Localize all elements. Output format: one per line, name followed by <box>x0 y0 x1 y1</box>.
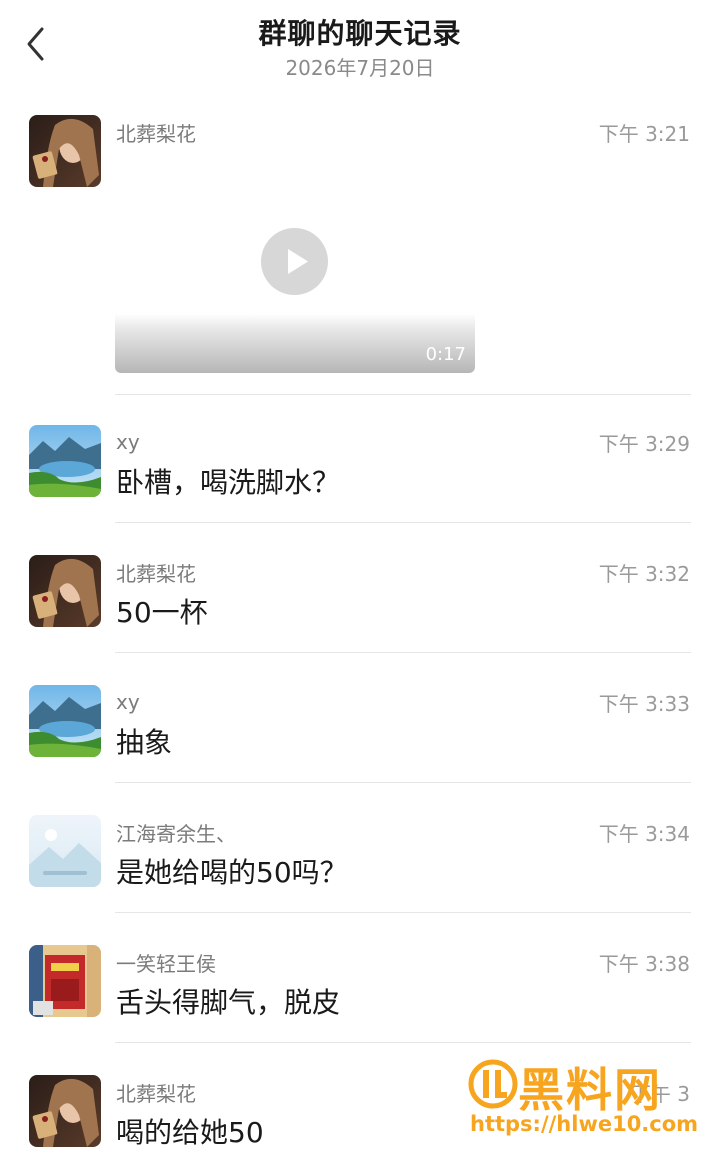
divider <box>115 782 691 783</box>
sender-name: 北葬梨花 <box>116 562 196 586</box>
play-icon <box>288 249 308 274</box>
divider <box>115 652 691 653</box>
message-text: 喝的给她50 <box>116 1116 264 1149</box>
video-thumbnail[interactable]: 0:17 <box>115 188 475 373</box>
message-text: 是她给喝的50吗？ <box>116 856 348 889</box>
avatar[interactable] <box>29 945 101 1017</box>
sender-name: 江海寄余生、 <box>116 822 236 846</box>
message-time: 下午 3:38 <box>598 952 690 976</box>
divider <box>115 522 691 523</box>
divider <box>115 394 691 395</box>
watermark-url: https://hlwe10.com <box>470 1112 699 1136</box>
avatar[interactable] <box>29 555 101 627</box>
message-text: 50一杯 <box>116 596 208 629</box>
avatar[interactable] <box>29 1075 101 1147</box>
sender-name: xy <box>116 690 140 714</box>
message-time: 下午 3:34 <box>598 822 690 846</box>
watermark-logo-icon <box>468 1059 518 1109</box>
message-time: 下午 3:29 <box>598 432 690 456</box>
sender-name: 北葬梨花 <box>116 122 196 146</box>
message-time: 下午 3:21 <box>598 122 690 146</box>
divider <box>115 1042 691 1043</box>
header: 群聊的聊天记录 2026年7月20日 <box>0 0 720 96</box>
watermark-brand: 黑料网 <box>518 1063 662 1117</box>
message-text: 卧槽，喝洗脚水？ <box>116 466 341 499</box>
page-title: 群聊的聊天记录 <box>258 17 462 50</box>
avatar[interactable] <box>29 115 101 187</box>
sender-name: 一笑轻王侯 <box>116 952 216 976</box>
play-button[interactable] <box>261 228 328 295</box>
sender-name: 北葬梨花 <box>116 1082 196 1106</box>
avatar[interactable] <box>29 815 101 887</box>
message-time: 下午 3:33 <box>598 692 690 716</box>
watermark: 黑料网 https://hlwe10.com <box>466 1052 706 1142</box>
avatar[interactable] <box>29 685 101 757</box>
message-time: 下午 3:32 <box>598 562 690 586</box>
divider <box>115 912 691 913</box>
page-date: 2026年7月20日 <box>285 56 435 80</box>
message-text: 抽象 <box>116 726 173 759</box>
video-duration: 0:17 <box>425 344 466 365</box>
sender-name: xy <box>116 430 140 454</box>
message-text: 舌头得脚气，脱皮 <box>116 986 341 1019</box>
avatar[interactable] <box>29 425 101 497</box>
